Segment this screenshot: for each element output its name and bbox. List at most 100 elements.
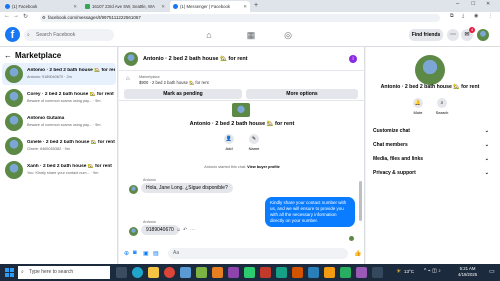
avatar[interactable] xyxy=(129,185,138,194)
app-icon[interactable] xyxy=(356,267,367,278)
account-avatar[interactable] xyxy=(477,29,489,41)
more-options-button[interactable]: More options xyxy=(246,89,358,99)
chrome-icon[interactable] xyxy=(164,267,175,278)
system-tray-icons[interactable]: ^ ⌁ ◫ ♪ xyxy=(424,268,441,274)
conversation-item[interactable]: Corey · 2 bed 2 bath house 🏡 for rent Be… xyxy=(2,87,116,109)
back-arrow-icon[interactable]: ← xyxy=(4,13,10,19)
add-person-icon: 👤 xyxy=(224,134,234,144)
name-action[interactable]: ✎ Name xyxy=(244,134,264,151)
mark-as-pending-button[interactable]: Mark as pending xyxy=(124,89,242,99)
app-icon[interactable] xyxy=(212,267,223,278)
listing-price[interactable]: $900 · 2 bed 2 bath house 🏡 for rent xyxy=(139,80,209,86)
window-maximize-icon[interactable]: ☐ xyxy=(471,1,475,7)
app-icon[interactable] xyxy=(196,267,207,278)
privacy-support-section[interactable]: Privacy & support ⌄ xyxy=(373,170,491,176)
new-tab-icon[interactable]: + xyxy=(254,2,258,9)
facebook-search-input[interactable]: ⌕ Search Facebook xyxy=(24,29,114,41)
app-icon[interactable] xyxy=(324,267,335,278)
weather-temperature[interactable]: 13°C xyxy=(404,269,414,274)
sticker-icon[interactable]: ▣ xyxy=(143,250,149,257)
close-tab-icon[interactable]: ✕ xyxy=(161,4,165,10)
app-icon[interactable] xyxy=(228,267,239,278)
facebook-logo-icon[interactable]: f xyxy=(5,27,20,42)
browser-tab-facebook[interactable]: (1) Facebook ✕ xyxy=(2,1,80,12)
customize-chat-section[interactable]: Customize chat ⌄ xyxy=(373,128,491,134)
conversation-item[interactable]: Antonio Gutama Beware of common scams us… xyxy=(2,111,116,133)
outgoing-message[interactable]: Kindly share your contact number with us… xyxy=(265,197,355,227)
reply-icon[interactable]: ↶ xyxy=(183,227,187,233)
camera-icon[interactable]: ◙ xyxy=(133,250,137,256)
media-files-links-section[interactable]: Media, files and links ⌄ xyxy=(373,156,491,162)
chat-members-section[interactable]: Chat members ⌄ xyxy=(373,142,491,148)
app-icon[interactable] xyxy=(260,267,271,278)
app-icon[interactable] xyxy=(372,267,383,278)
message-input[interactable]: Aa xyxy=(168,248,348,259)
download-icon[interactable]: ⤓ xyxy=(462,13,464,19)
browser-tab-address[interactable]: 16107 23rd Ave SW, Seattle, WA ✕ xyxy=(82,1,168,12)
extensions-icon[interactable]: ⧉ xyxy=(450,13,454,19)
back-arrow-icon[interactable]: ← xyxy=(4,51,12,60)
listing-thumbnail[interactable] xyxy=(124,52,138,66)
listing-banner: ⌂ Marketplace $900 · 2 bed 2 bath house … xyxy=(119,71,365,101)
conversation-item[interactable]: Xanh · 2 bed 2 bath house 🏡 for rent You… xyxy=(2,159,116,181)
home-nav-icon[interactable]: ⌂ xyxy=(202,29,216,41)
close-tab-icon[interactable]: ✕ xyxy=(243,4,247,10)
browser-tab-messenger[interactable]: (1) Messenger | Facebook ✕ xyxy=(170,1,250,12)
edge-icon[interactable] xyxy=(132,267,143,278)
app-icon[interactable] xyxy=(180,267,191,278)
listing-thumbnail xyxy=(232,103,250,117)
browser-menu-icon[interactable]: ⋮ xyxy=(488,13,493,19)
scrollbar[interactable] xyxy=(359,181,362,221)
avatar[interactable] xyxy=(129,227,138,236)
taskbar-clock[interactable]: 5:21 AM 4/19/2025 xyxy=(458,266,477,278)
groups-nav-icon[interactable]: ◎ xyxy=(281,29,295,41)
file-explorer-icon[interactable] xyxy=(148,267,159,278)
like-icon[interactable]: 👍 xyxy=(354,250,361,257)
reload-icon[interactable]: ↻ xyxy=(23,13,28,20)
window-minimize-icon[interactable]: – xyxy=(456,1,459,7)
weather-icon[interactable]: ☀ xyxy=(396,268,401,275)
marketplace-icon: ⌂ xyxy=(126,76,130,82)
windows-start-icon[interactable] xyxy=(5,268,14,277)
mute-action[interactable]: 🔔 Mute xyxy=(408,98,428,115)
info-icon[interactable]: i xyxy=(349,55,357,63)
sender-name: Antonio xyxy=(143,220,156,224)
taskbar-search-input[interactable]: ⌕ Type here to search xyxy=(18,266,110,279)
incoming-message[interactable]: Hola, Jane Long. ¿Sigue disponible? xyxy=(141,183,233,193)
menu-grid-icon[interactable]: ⋯ xyxy=(447,29,459,41)
forward-arrow-icon[interactable]: → xyxy=(13,13,19,19)
search-action[interactable]: ⌕ Search xyxy=(432,98,452,115)
conversation-item[interactable]: Antonio · 2 bed 2 bath house 🏡 for rent … xyxy=(2,63,116,85)
site-info-icon[interactable]: ⚙ xyxy=(42,15,46,20)
window-close-icon[interactable]: ✕ xyxy=(486,1,490,7)
facebook-favicon-icon xyxy=(5,4,10,9)
app-icon[interactable] xyxy=(276,267,287,278)
profile-icon[interactable]: ◉ xyxy=(474,13,478,19)
gif-icon[interactable]: ▤ xyxy=(153,250,159,257)
page-title: Marketplace xyxy=(15,51,62,60)
marketplace-nav-icon[interactable]: ▦ xyxy=(244,29,258,41)
thread-title: Antonio · 2 bed 2 bath house 🏡 for rent xyxy=(189,121,295,127)
view-buyer-profile-link[interactable]: View buyer profile xyxy=(247,165,280,169)
app-icon[interactable] xyxy=(292,267,303,278)
bell-icon: 🔔 xyxy=(413,98,423,108)
listing-thumbnail xyxy=(5,89,23,107)
close-tab-icon[interactable]: ✕ xyxy=(73,4,77,10)
more-icon[interactable]: ⋯ xyxy=(190,227,195,233)
plus-circle-icon[interactable]: ⊕ xyxy=(124,250,129,257)
notifications-icon[interactable]: ▭ xyxy=(489,268,495,275)
chat-title[interactable]: Antonio · 2 bed 2 bath house 🏡 for rent xyxy=(143,56,248,62)
app-icon[interactable] xyxy=(244,267,255,278)
find-friends-button[interactable]: Find friends xyxy=(409,29,443,41)
notification-count-badge: 4 xyxy=(469,27,475,33)
app-icon[interactable] xyxy=(340,267,351,278)
react-icon[interactable]: ☺ xyxy=(176,227,181,233)
task-view-icon[interactable] xyxy=(116,267,127,278)
chat-info-panel: Antonio · 2 bed 2 bath house 🏡 for rent … xyxy=(366,47,500,264)
search-icon: ⌕ xyxy=(27,32,30,38)
add-action[interactable]: 👤 Add xyxy=(219,134,239,151)
address-bar[interactable]: ⚙ facebook.com/messages/t/99751112225610… xyxy=(40,13,440,22)
conversation-item[interactable]: Ginele · 2 bed 2 bath house 🏡 for rent G… xyxy=(2,135,116,157)
app-icon[interactable] xyxy=(308,267,319,278)
incoming-message[interactable]: 9189040670 xyxy=(141,225,179,235)
